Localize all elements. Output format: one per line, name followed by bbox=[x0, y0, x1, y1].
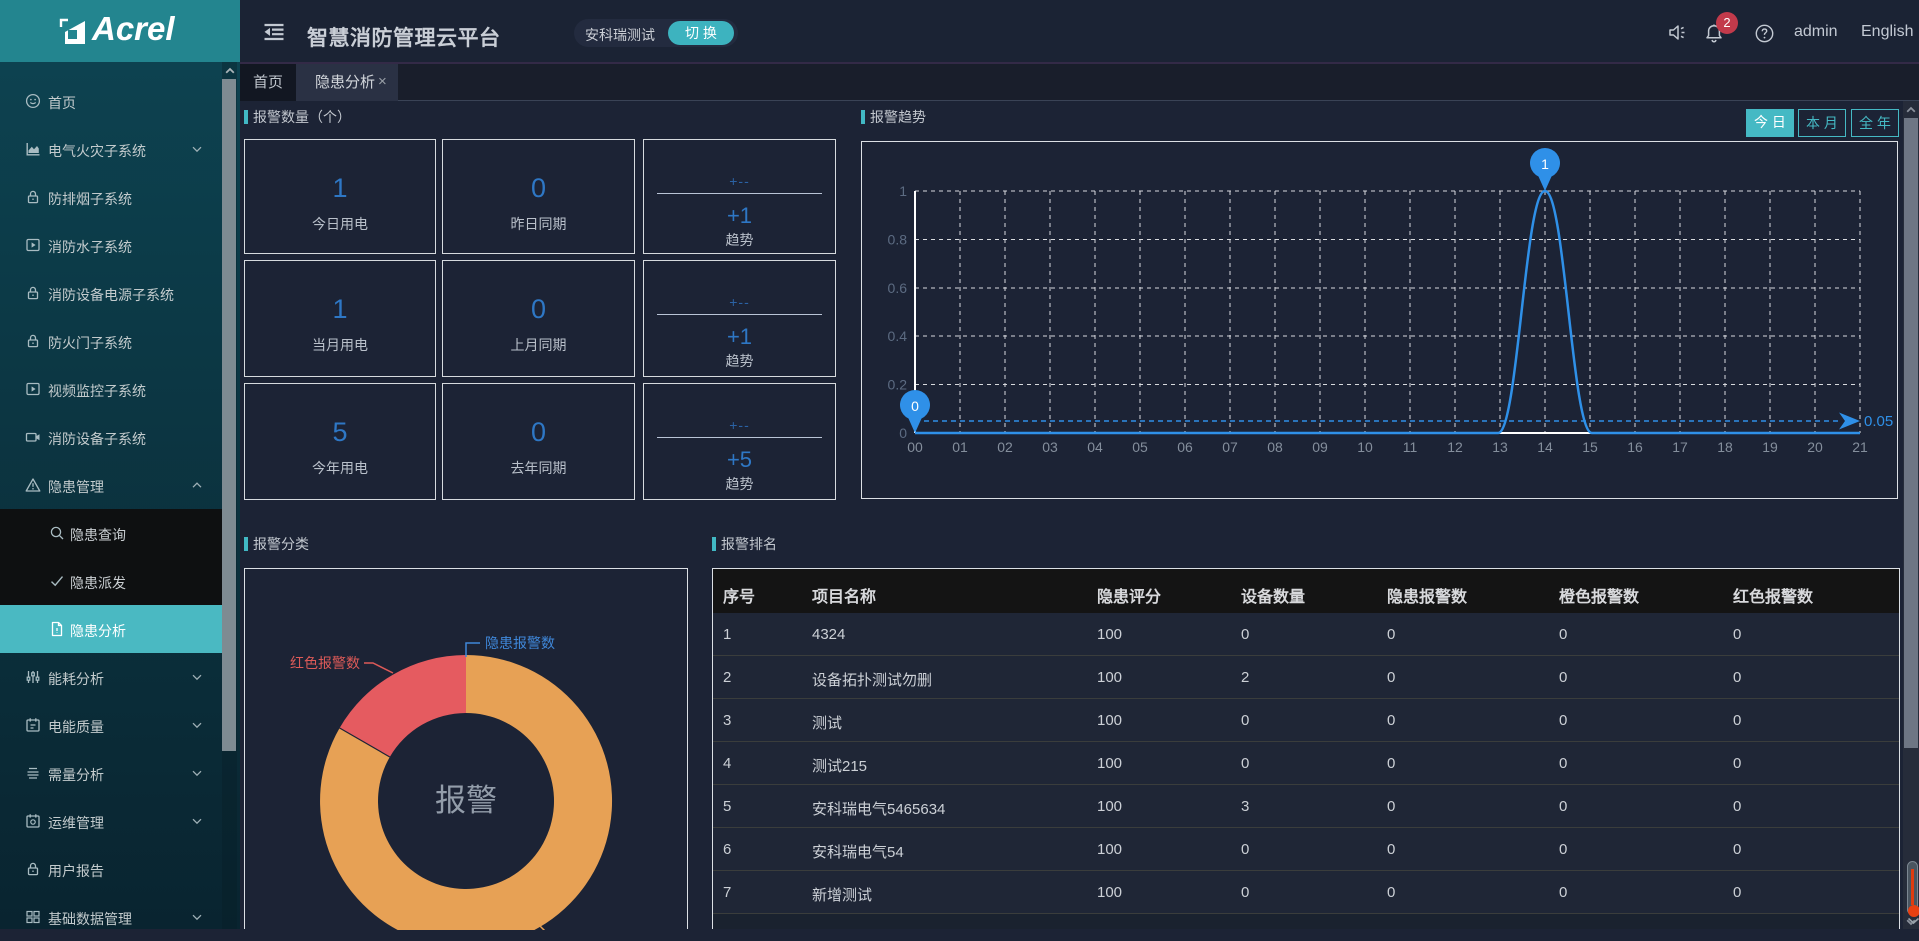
svg-text:11: 11 bbox=[1403, 439, 1418, 455]
svg-text:03: 03 bbox=[1042, 439, 1058, 455]
svg-text:06: 06 bbox=[1177, 439, 1193, 455]
svg-text:20: 20 bbox=[1807, 439, 1823, 455]
svg-text:02: 02 bbox=[997, 439, 1013, 455]
svg-text:0.05: 0.05 bbox=[1864, 413, 1893, 430]
svg-text:21: 21 bbox=[1852, 439, 1868, 455]
svg-text:10: 10 bbox=[1357, 439, 1373, 455]
svg-text:04: 04 bbox=[1087, 439, 1103, 455]
svg-text:0.8: 0.8 bbox=[888, 231, 908, 247]
svg-text:12: 12 bbox=[1447, 439, 1463, 455]
svg-text:报警: 报警 bbox=[435, 783, 497, 818]
svg-text:15: 15 bbox=[1582, 439, 1598, 455]
svg-text:17: 17 bbox=[1672, 439, 1688, 455]
svg-text:0.4: 0.4 bbox=[888, 328, 908, 344]
svg-text:红色报警数: 红色报警数 bbox=[290, 655, 360, 671]
svg-text:19: 19 bbox=[1762, 439, 1778, 455]
svg-text:07: 07 bbox=[1222, 439, 1238, 455]
svg-text:0.6: 0.6 bbox=[888, 280, 908, 296]
svg-text:1: 1 bbox=[899, 183, 907, 199]
svg-text:09: 09 bbox=[1312, 439, 1328, 455]
svg-text:18: 18 bbox=[1717, 439, 1733, 455]
svg-text:01: 01 bbox=[952, 439, 968, 455]
svg-text:1: 1 bbox=[1541, 156, 1549, 172]
svg-text:0: 0 bbox=[899, 425, 907, 441]
svg-text:13: 13 bbox=[1492, 439, 1508, 455]
svg-text:0: 0 bbox=[911, 398, 919, 414]
svg-text:隐患报警数: 隐患报警数 bbox=[485, 635, 555, 651]
svg-text:00: 00 bbox=[907, 439, 923, 455]
svg-text:16: 16 bbox=[1627, 439, 1643, 455]
svg-text:0.2: 0.2 bbox=[888, 377, 908, 393]
svg-text:08: 08 bbox=[1267, 439, 1283, 455]
svg-text:05: 05 bbox=[1132, 439, 1148, 455]
svg-text:14: 14 bbox=[1537, 439, 1553, 455]
